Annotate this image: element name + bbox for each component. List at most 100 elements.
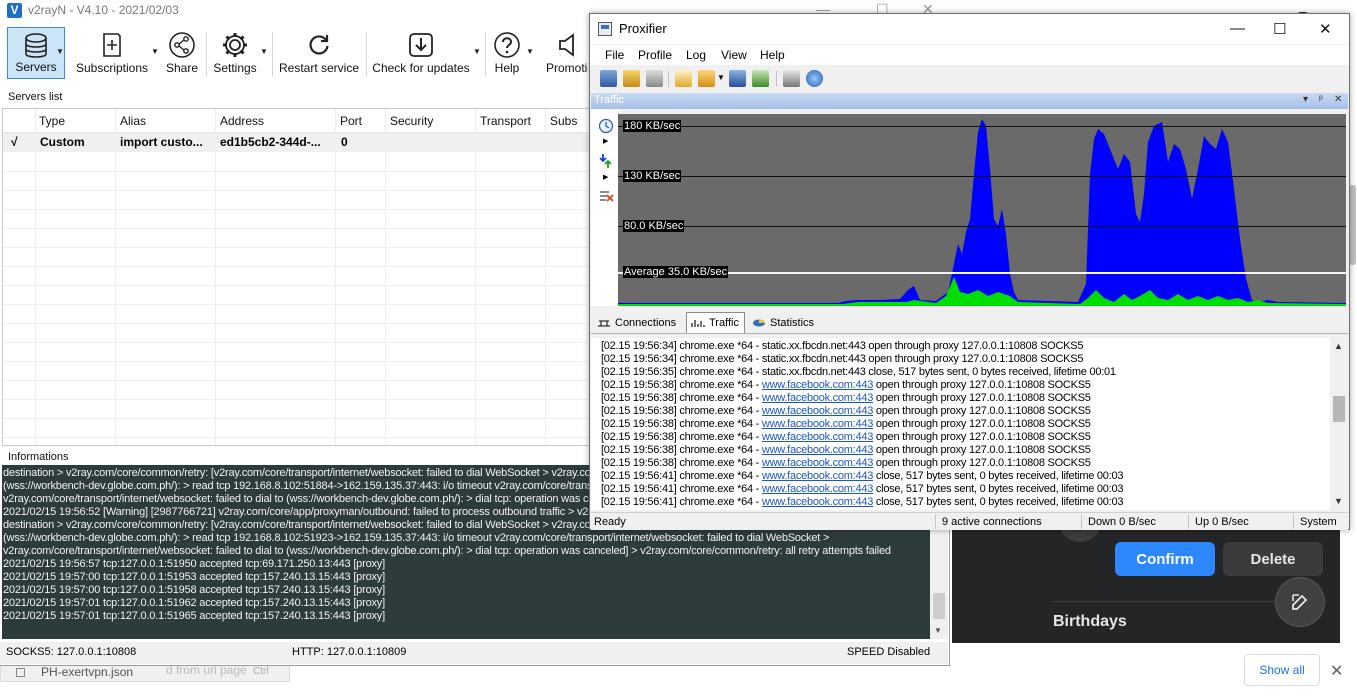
subscriptions-dropdown-icon[interactable]: ▼ [151, 47, 159, 56]
log-line-text: [02.15 19:56:38] chrome.exe *64 - [601, 431, 762, 443]
menu-help[interactable]: Help [760, 48, 785, 62]
show-all-button[interactable]: Show all [1244, 654, 1320, 686]
menu-profile[interactable]: Profile [638, 48, 672, 62]
tab-connections[interactable]: Connections [593, 312, 681, 333]
background-scrollbar-thumb[interactable] [1349, 185, 1356, 265]
log-scroll-thumb[interactable] [1333, 396, 1345, 422]
toolbar-separator [485, 32, 486, 76]
save-icon[interactable] [729, 70, 746, 87]
toolbar-separator [366, 32, 367, 76]
export-icon[interactable] [752, 70, 769, 87]
log-scroll-thumb[interactable] [933, 593, 945, 619]
log-host-link[interactable]: www.facebook.com:443 [762, 405, 873, 417]
log-host-link[interactable]: www.facebook.com:443 [762, 392, 873, 404]
log-line-text: open through proxy 127.0.0.1:10808 SOCKS… [873, 418, 1091, 430]
log-line: [02.15 19:56:38] chrome.exe *64 - www.fa… [601, 418, 1091, 431]
log-line: [02.15 19:56:34] chrome.exe *64 - static… [601, 340, 1083, 353]
panel-close-icon[interactable]: ✕ [1334, 94, 1342, 105]
log-line-text: close, 517 bytes sent, 0 bytes received,… [873, 470, 1124, 482]
share-label: Share [165, 61, 199, 75]
log-host-link[interactable]: www.facebook.com:443 [762, 483, 873, 495]
minimize-icon[interactable]: — [1230, 20, 1245, 37]
clock-icon[interactable] [598, 118, 614, 134]
log-host-link[interactable]: www.facebook.com:443 [762, 496, 873, 508]
log-line-text: [02.15 19:56:38] chrome.exe *64 - [601, 379, 762, 391]
share-button[interactable]: Share [162, 27, 202, 79]
v2rayn-statusbar: SOCKS5: 127.0.0.1:10808 HTTP: 127.0.0.1:… [0, 642, 948, 664]
log-host-link[interactable]: www.facebook.com:443 [762, 444, 873, 456]
restart-service-button[interactable]: Restart service [278, 27, 360, 79]
promotion-button[interactable]: Promotion [544, 27, 588, 79]
arrows-icon[interactable] [598, 152, 614, 170]
new-message-button[interactable] [1276, 578, 1324, 626]
close-icon[interactable]: ✕ [1319, 20, 1332, 38]
servers-dropdown-icon[interactable]: ▼ [56, 47, 64, 56]
restart-service-label: Restart service [278, 61, 360, 75]
log-host-link[interactable]: www.facebook.com:443 [762, 509, 873, 510]
row-divider [3, 228, 589, 229]
close-icon[interactable]: ✕ [1330, 661, 1343, 681]
panel-menu-icon[interactable]: ▾ [1303, 94, 1308, 105]
connection-log[interactable]: [02.15 19:56:34] chrome.exe *64 - static… [591, 338, 1330, 510]
log-line: [02.15 19:56:38] chrome.exe *64 - www.fa… [601, 431, 1091, 444]
panel-pin-icon[interactable]: ᵖ [1319, 94, 1323, 105]
log-line-text: open through proxy 127.0.0.1:10808 SOCKS… [873, 457, 1091, 469]
tab-statistics[interactable]: Statistics [748, 312, 819, 333]
settings-dropdown-icon[interactable]: ▼ [260, 47, 268, 56]
clock-dropdown-icon[interactable]: ▶ [603, 137, 608, 145]
check-updates-button[interactable]: Check for updates [370, 27, 472, 79]
table-row[interactable]: √ Custom import custo... ed1b5cb2-344d-.… [3, 133, 589, 152]
scroll-down-icon[interactable]: ▼ [1334, 496, 1343, 506]
name-resolution-icon[interactable] [646, 70, 663, 87]
tab-traffic[interactable]: Traffic [686, 312, 745, 333]
menu-view[interactable]: View [721, 48, 747, 62]
scroll-up-icon[interactable]: ▲ [1334, 341, 1343, 351]
servers-table[interactable]: Type Alias Address Port Security Transpo… [2, 108, 590, 446]
proxifier-titlebar[interactable]: Proxifier — ☐ ✕ [590, 14, 1349, 44]
column-header-alias[interactable]: Alias [120, 114, 146, 128]
help-icon[interactable] [806, 70, 823, 87]
column-header-address[interactable]: Address [220, 114, 264, 128]
log-host-link[interactable]: www.facebook.com:443 [762, 379, 873, 391]
open-profile-icon[interactable] [698, 70, 715, 87]
column-header-type[interactable]: Type [39, 114, 65, 128]
menu-file[interactable]: File [605, 48, 624, 62]
print-icon[interactable] [783, 70, 800, 87]
maximize-icon[interactable]: ☐ [1273, 20, 1286, 38]
delete-button[interactable]: Delete [1223, 542, 1323, 576]
proxification-rules-icon[interactable] [623, 70, 640, 87]
log-line-text: [02.15 19:56:38] chrome.exe *64 - [601, 457, 762, 469]
help-dropdown-icon[interactable]: ▼ [526, 47, 534, 56]
download-icon [409, 33, 433, 57]
arrows-dropdown-icon[interactable]: ▶ [603, 173, 608, 181]
settings-button[interactable]: Settings [210, 27, 260, 79]
row-divider [3, 209, 589, 210]
edit-icon [1292, 594, 1308, 610]
scroll-down-icon[interactable]: ▼ [934, 626, 942, 635]
proxy-servers-icon[interactable] [600, 70, 617, 87]
column-header-transport[interactable]: Transport [480, 114, 531, 128]
menu-log[interactable]: Log [686, 48, 706, 62]
log-line: [02.15 19:56:38] chrome.exe *64 - www.fa… [601, 405, 1091, 418]
log-host-link[interactable]: www.facebook.com:443 [762, 418, 873, 430]
log-line: [02.15 19:56:41] chrome.exe *64 - www.fa… [601, 483, 1123, 496]
help-button[interactable]: Help [490, 27, 524, 79]
log-host-link[interactable]: www.facebook.com:443 [762, 470, 873, 482]
clear-graph-icon[interactable] [598, 188, 614, 204]
open-profile-dropdown-icon[interactable]: ▼ [717, 73, 725, 82]
updates-dropdown-icon[interactable]: ▼ [473, 47, 481, 56]
connection-log-scrollbar[interactable]: ▲ ▼ [1330, 338, 1348, 510]
confirm-button[interactable]: Confirm [1115, 542, 1215, 576]
log-line: 2021/02/15 19:57:01 tcp:127.0.0.1:51962 … [3, 597, 385, 609]
traffic-graph: 180 KB/sec 130 KB/sec 80.0 KB/sec Averag… [618, 114, 1346, 306]
speaker-icon [559, 33, 574, 57]
new-profile-icon[interactable] [675, 70, 692, 87]
log-host-link[interactable]: www.facebook.com:443 [762, 431, 873, 443]
column-header-subs[interactable]: Subs [550, 114, 577, 128]
column-header-port[interactable]: Port [340, 114, 362, 128]
log-line-text: close, 517 bytes sent, 0 bytes received,… [873, 509, 1124, 510]
subscriptions-button[interactable]: Subscriptions [74, 27, 150, 79]
log-host-link[interactable]: www.facebook.com:443 [762, 457, 873, 469]
log-line-text: [02.15 19:56:41] chrome.exe *64 - [601, 496, 762, 508]
column-header-security[interactable]: Security [390, 114, 433, 128]
